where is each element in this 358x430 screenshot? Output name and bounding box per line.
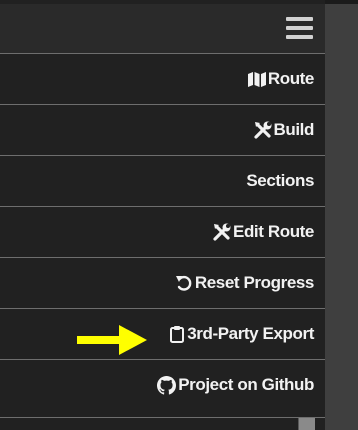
menu-item-label: Reset Progress: [194, 273, 315, 292]
clipboard-icon: [169, 325, 185, 343]
menu-item-edit-route[interactable]: Edit Route: [0, 206, 325, 257]
menu-item-label: Build: [273, 120, 315, 139]
menu-bottom-divider: [0, 417, 325, 418]
menu-item-sections[interactable]: Sections: [0, 155, 325, 206]
menu-item-project-on-github[interactable]: Project on Github: [0, 359, 325, 410]
hamburger-menu-icon[interactable]: [286, 16, 313, 40]
map-icon: [247, 71, 266, 87]
side-menu-panel: Route Build Sections Edit Route Reset Pr…: [0, 0, 325, 430]
menu-item-reset-progress[interactable]: Reset Progress: [0, 257, 325, 308]
menu-item-label: Edit Route: [233, 222, 314, 241]
annotation-arrow-icon: [77, 325, 147, 355]
github-icon: [157, 375, 177, 395]
tools-icon: [253, 121, 272, 139]
menu-item-label: Project on Github: [178, 375, 314, 394]
tools-icon: [213, 223, 231, 241]
menu-header: [0, 4, 325, 53]
menu-item-label: Route: [267, 69, 315, 88]
hamburger-line: [286, 35, 313, 39]
menu-list: Route Build Sections Edit Route Reset Pr…: [0, 53, 325, 410]
menu-item-build[interactable]: Build: [0, 104, 325, 155]
undo-icon: [175, 274, 193, 292]
hamburger-line: [286, 26, 313, 30]
hamburger-line: [286, 17, 313, 21]
menu-item-route[interactable]: Route: [0, 53, 325, 104]
menu-item-label: Sections: [246, 171, 314, 190]
menu-item-third-party-export[interactable]: 3rd-Party Export: [0, 308, 325, 359]
scrollbar-thumb[interactable]: [298, 418, 315, 430]
menu-item-label: 3rd-Party Export: [187, 324, 314, 343]
